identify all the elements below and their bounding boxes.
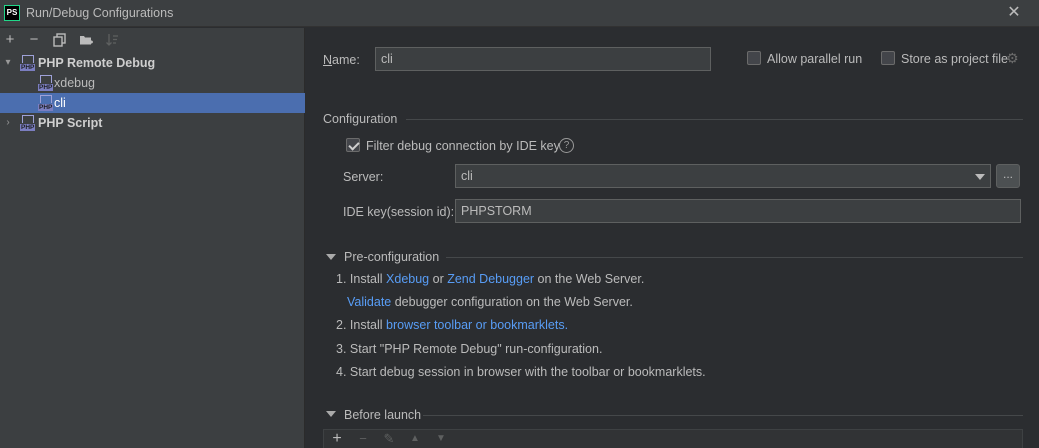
- php-remote-debug-icon: PHP: [20, 55, 36, 71]
- phpstorm-logo-icon: PS: [4, 5, 20, 21]
- preconfig-step-4: 4. Start debug session in browser with t…: [336, 365, 706, 379]
- add-configuration-button[interactable]: +: [0, 30, 20, 50]
- remove-before-launch-button[interactable]: −: [354, 430, 372, 448]
- copy-configuration-button[interactable]: [50, 30, 70, 50]
- chevron-down-icon[interactable]: ▾: [2, 53, 14, 73]
- tree-group-label: PHP Remote Debug: [38, 56, 156, 70]
- tree-group-php-remote-debug[interactable]: ▾ PHP PHP Remote Debug: [0, 53, 305, 73]
- php-remote-debug-icon: PHP: [38, 75, 54, 91]
- tree-item-label: cli: [54, 96, 66, 110]
- move-down-button[interactable]: ▼: [432, 430, 450, 448]
- tree-item-xdebug[interactable]: PHP xdebug: [0, 73, 305, 93]
- sort-icon: [106, 34, 118, 46]
- help-icon[interactable]: ?: [559, 138, 574, 153]
- window-title: Run/Debug Configurations: [26, 6, 174, 20]
- allow-parallel-run-label[interactable]: Allow parallel run: [767, 52, 862, 66]
- preconfig-step-3: 3. Start "PHP Remote Debug" run-configur…: [336, 342, 603, 356]
- title-bar: PS Run/Debug Configurations ✕: [0, 0, 1039, 27]
- gear-icon[interactable]: ⚙: [1006, 50, 1019, 67]
- tree-group-label: PHP Script: [38, 116, 103, 130]
- copy-icon: [53, 33, 66, 47]
- name-label: Name:: [323, 53, 360, 67]
- configurations-tree-panel: + − ▾ PHP PHP Remote Debug PHP xdebug PH…: [0, 28, 305, 448]
- sort-configurations-button[interactable]: [102, 30, 122, 50]
- section-divider: [423, 415, 1023, 416]
- tree-toolbar: + −: [0, 30, 305, 50]
- server-select[interactable]: cli: [455, 164, 991, 188]
- before-launch-toolbar: + − ✎ ▲ ▼: [323, 429, 1023, 448]
- filter-debug-connection-label[interactable]: Filter debug connection by IDE key: [366, 139, 560, 153]
- server-select-value: cli: [461, 169, 473, 183]
- php-remote-debug-icon: PHP: [38, 95, 54, 111]
- section-divider: [446, 257, 1023, 258]
- browse-servers-button[interactable]: ...: [996, 164, 1020, 188]
- preconfig-step-1: 1. Install Xdebug or Zend Debugger on th…: [336, 272, 645, 286]
- allow-parallel-run-checkbox[interactable]: [747, 51, 761, 65]
- php-script-icon: PHP: [20, 115, 36, 131]
- configuration-editor-panel: Name: Allow parallel run Store as projec…: [306, 28, 1039, 448]
- collapse-before-launch-icon[interactable]: [326, 411, 336, 417]
- configuration-section-title: Configuration: [323, 112, 398, 126]
- before-launch-section-title[interactable]: Before launch: [344, 408, 421, 422]
- server-label: Server:: [343, 170, 384, 184]
- edit-before-launch-button[interactable]: ✎: [380, 430, 398, 448]
- filter-debug-connection-checkbox[interactable]: [346, 138, 360, 152]
- name-input[interactable]: [375, 47, 711, 71]
- move-up-button[interactable]: ▲: [406, 430, 424, 448]
- ide-key-label: IDE key(session id):: [343, 205, 455, 219]
- remove-configuration-button[interactable]: −: [24, 30, 44, 50]
- zend-debugger-link[interactable]: Zend Debugger: [447, 272, 534, 286]
- collapse-preconfig-icon[interactable]: [326, 254, 336, 260]
- browser-toolbar-link[interactable]: browser toolbar or bookmarklets.: [386, 318, 568, 332]
- tree-item-cli[interactable]: PHP cli: [0, 93, 305, 113]
- add-before-launch-button[interactable]: +: [328, 430, 346, 448]
- chevron-down-icon: [975, 174, 985, 180]
- move-to-folder-button[interactable]: [76, 30, 96, 50]
- folder-add-icon: [79, 36, 93, 45]
- store-as-project-file-label[interactable]: Store as project file: [901, 52, 1008, 66]
- xdebug-link[interactable]: Xdebug: [386, 272, 429, 286]
- preconfig-step-1b: Validate debugger configuration on the W…: [347, 295, 633, 309]
- preconfig-section-title[interactable]: Pre-configuration: [344, 250, 439, 264]
- store-as-project-file-checkbox[interactable]: [881, 51, 895, 65]
- tree-group-php-script[interactable]: › PHP PHP Script: [0, 113, 305, 133]
- preconfig-step-2: 2. Install browser toolbar or bookmarkle…: [336, 318, 569, 332]
- tree-item-label: xdebug: [54, 76, 96, 90]
- ide-key-input[interactable]: [455, 199, 1021, 223]
- close-button[interactable]: ✕: [1005, 4, 1023, 22]
- section-divider: [406, 119, 1023, 120]
- validate-link[interactable]: Validate: [347, 295, 391, 309]
- chevron-right-icon[interactable]: ›: [2, 113, 14, 133]
